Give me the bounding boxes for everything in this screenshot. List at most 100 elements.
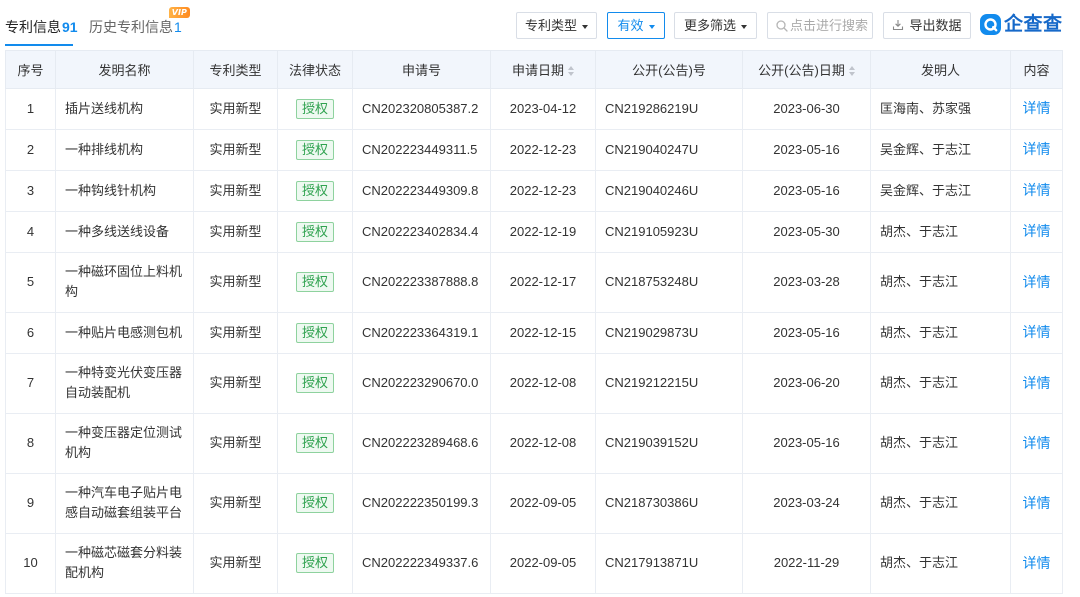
cell-patent-type: 实用新型 [193, 353, 278, 414]
cell-serial-no: 1 [5, 88, 56, 130]
cell-inventors: 吴金辉、于志江 [870, 170, 1011, 212]
cell-content: 详情 [1010, 252, 1063, 313]
cell-content: 详情 [1010, 473, 1063, 534]
more-filters-label: 更多筛选 [683, 18, 736, 33]
column-header-application-no: 申请号 [352, 50, 491, 89]
detail-link[interactable]: 详情 [1023, 223, 1051, 239]
cell-content: 详情 [1010, 88, 1063, 130]
cell-legal-status: 授权 [277, 252, 353, 313]
export-data-button[interactable]: 导出数据 [883, 12, 971, 39]
table-row: 9 一种汽车电子贴片电感自动磁套组装平台 实用新型 授权 CN202222350… [5, 473, 1063, 534]
cell-publication-no: CN219212215U [595, 353, 743, 414]
cell-publication-no: CN219039152U [595, 413, 743, 474]
table-row: 5 一种磁环固位上料机构 实用新型 授权 CN202223387888.8 20… [5, 252, 1063, 313]
detail-link[interactable]: 详情 [1023, 495, 1051, 511]
cell-patent-type: 实用新型 [193, 533, 278, 594]
detail-link[interactable]: 详情 [1023, 274, 1051, 290]
legal-status-badge: 授权 [295, 180, 334, 201]
export-icon [893, 20, 904, 31]
cell-application-no: CN202320805387.2 [352, 88, 491, 130]
detail-link[interactable]: 详情 [1023, 324, 1051, 340]
cell-invention-name: 一种特变光伏变压器自动装配机 [55, 353, 194, 414]
detail-link[interactable]: 详情 [1023, 141, 1051, 157]
cell-serial-no: 9 [5, 473, 56, 534]
cell-serial-no: 3 [5, 170, 56, 212]
patent-type-label: 专利类型 [524, 18, 577, 33]
detail-link[interactable]: 详情 [1023, 555, 1051, 571]
cell-publication-date: 2023-05-30 [742, 211, 871, 253]
cell-serial-no: 2 [5, 129, 56, 171]
sort-icon[interactable] [848, 66, 855, 76]
qcc-logo: 企查查 [980, 13, 1062, 37]
search-box[interactable] [767, 12, 873, 39]
cell-application-date: 2022-12-19 [490, 211, 596, 253]
table-row: 3 一种钩线针机构 实用新型 授权 CN202223449309.8 2022-… [5, 170, 1063, 212]
cell-publication-date: 2023-05-16 [742, 413, 871, 474]
table-row: 4 一种多线送线设备 实用新型 授权 CN202223402834.4 2022… [5, 211, 1063, 253]
cell-patent-type: 实用新型 [193, 473, 278, 534]
cell-inventors: 胡杰、于志江 [870, 473, 1011, 534]
legal-status-badge: 授权 [295, 272, 334, 292]
table-row: 7 一种特变光伏变压器自动装配机 实用新型 授权 CN202223290670.… [5, 353, 1063, 414]
chevron-down-icon [741, 24, 747, 29]
cell-publication-date: 2022-11-29 [742, 533, 871, 594]
cell-inventors: 匡海南、苏家强 [870, 88, 1011, 130]
column-header-patent-type: 专利类型 [193, 50, 278, 89]
cell-application-no: CN202223387888.8 [352, 252, 491, 313]
column-header-legal-status: 法律状态 [277, 50, 353, 89]
cell-patent-type: 实用新型 [193, 88, 278, 130]
cell-content: 详情 [1010, 211, 1063, 253]
column-header-application-date[interactable]: 申请日期 [490, 50, 596, 89]
tab-patent-info[interactable]: 专利信息91 [5, 15, 78, 39]
more-filters-dropdown[interactable]: 更多筛选 [674, 12, 757, 39]
legal-status-badge: 授权 [295, 322, 334, 343]
detail-link[interactable]: 详情 [1023, 435, 1051, 451]
cell-legal-status: 授权 [277, 533, 353, 594]
search-input[interactable] [790, 13, 872, 38]
detail-link[interactable]: 详情 [1023, 100, 1051, 116]
cell-application-date: 2022-09-05 [490, 473, 596, 534]
tab-history-patent-info[interactable]: 历史专利信息1 VIP [89, 7, 190, 39]
cell-application-no: CN202223402834.4 [352, 211, 491, 253]
export-label: 导出数据 [909, 18, 962, 33]
legal-status-badge: 授权 [295, 433, 334, 453]
cell-application-no: CN202223449309.8 [352, 170, 491, 212]
cell-patent-type: 实用新型 [193, 211, 278, 253]
cell-inventors: 胡杰、于志江 [870, 413, 1011, 474]
cell-invention-name: 一种磁环固位上料机构 [55, 252, 194, 313]
sort-icon[interactable] [568, 66, 574, 76]
cell-publication-date: 2023-06-30 [742, 88, 871, 130]
legal-status-badge: 授权 [295, 98, 334, 119]
detail-link[interactable]: 详情 [1023, 182, 1051, 198]
cell-publication-no: CN219105923U [595, 211, 743, 253]
cell-publication-date: 2023-03-24 [742, 473, 871, 534]
cell-content: 详情 [1010, 129, 1063, 171]
tab-label: 专利信息 [5, 19, 61, 35]
cell-legal-status: 授权 [277, 211, 353, 253]
cell-publication-no: CN219040247U [595, 129, 743, 171]
cell-patent-type: 实用新型 [193, 252, 278, 313]
status-dropdown[interactable]: 有效 [607, 12, 665, 39]
cell-application-date: 2022-12-23 [490, 170, 596, 212]
column-header-serial-no: 序号 [5, 50, 56, 89]
search-icon [776, 20, 788, 32]
column-header-content: 内容 [1010, 50, 1063, 89]
cell-application-date: 2022-12-08 [490, 413, 596, 474]
logo-text: 企查查 [1004, 14, 1063, 35]
cell-serial-no: 4 [5, 211, 56, 253]
column-header-publication-date[interactable]: 公开(公告)日期 [742, 50, 871, 89]
cell-invention-name: 一种变压器定位测试机构 [55, 413, 194, 474]
cell-application-date: 2022-12-17 [490, 252, 596, 313]
cell-invention-name: 一种钩线针机构 [55, 170, 194, 212]
cell-inventors: 胡杰、于志江 [870, 211, 1011, 253]
status-label: 有效 [617, 18, 644, 33]
table-row: 6 一种贴片电感测包机 实用新型 授权 CN202223364319.1 202… [5, 312, 1063, 354]
patent-type-dropdown[interactable]: 专利类型 [516, 12, 597, 39]
cell-content: 详情 [1010, 170, 1063, 212]
detail-link[interactable]: 详情 [1023, 375, 1051, 391]
cell-application-date: 2022-12-23 [490, 129, 596, 171]
cell-serial-no: 6 [5, 312, 56, 354]
cell-publication-no: CN217913871U [595, 533, 743, 594]
cell-invention-name: 一种排线机构 [55, 129, 194, 171]
tab-count: 91 [62, 19, 78, 35]
